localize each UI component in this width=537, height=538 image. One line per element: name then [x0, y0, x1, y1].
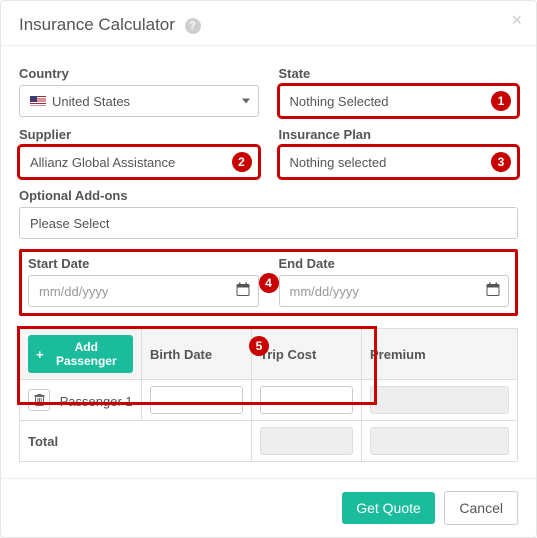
plus-icon: +	[36, 347, 44, 362]
modal-footer: Get Quote Cancel	[1, 478, 536, 537]
delete-passenger-button[interactable]	[28, 389, 50, 411]
supplier-label: Supplier	[19, 127, 259, 142]
trip-cost-input[interactable]	[260, 386, 353, 414]
add-passenger-button[interactable]: + Add Passenger	[28, 335, 133, 373]
state-select[interactable]: Nothing Selected 1	[279, 85, 519, 117]
help-icon[interactable]: ?	[185, 18, 201, 34]
country-label: Country	[19, 66, 259, 81]
start-date-input[interactable]: mm/dd/yyyy	[28, 275, 259, 307]
date-range-group: Start Date mm/dd/yyyy End Date mm/dd/yyy…	[19, 249, 518, 316]
start-date-placeholder: mm/dd/yyyy	[39, 284, 108, 299]
marker-1: 1	[491, 91, 511, 111]
passenger-table-wrap: 5 + Add Passenger Birth Date Trip Cost P…	[19, 328, 518, 462]
marker-3: 3	[491, 152, 511, 172]
calendar-icon	[236, 283, 250, 300]
insurance-calculator-modal: Insurance Calculator ? × Country United …	[0, 0, 537, 538]
marker-4: 4	[259, 273, 279, 293]
total-row: Total	[20, 421, 518, 462]
end-date-input[interactable]: mm/dd/yyyy	[279, 275, 510, 307]
calendar-icon	[486, 283, 500, 300]
country-select[interactable]: United States	[19, 85, 259, 117]
add-passenger-label: Add Passenger	[48, 340, 125, 368]
col-trip-cost: Trip Cost	[252, 329, 362, 380]
modal-header: Insurance Calculator ? ×	[1, 1, 536, 46]
addons-value: Please Select	[30, 216, 110, 231]
end-date-placeholder: mm/dd/yyyy	[290, 284, 359, 299]
flag-us-icon	[30, 96, 46, 107]
chevron-down-icon	[242, 99, 250, 104]
get-quote-button[interactable]: Get Quote	[342, 492, 435, 524]
end-date-label: End Date	[279, 256, 510, 271]
col-birth-date: Birth Date	[142, 329, 252, 380]
total-label: Total	[20, 421, 252, 462]
state-value: Nothing Selected	[290, 94, 389, 109]
col-premium: Premium	[362, 329, 518, 380]
table-row: Passenger 1	[20, 380, 518, 421]
modal-title: Insurance Calculator	[19, 15, 175, 34]
start-date-label: Start Date	[28, 256, 259, 271]
total-cost-output	[260, 427, 353, 455]
total-premium-output	[370, 427, 509, 455]
premium-output	[370, 386, 509, 414]
state-label: State	[279, 66, 519, 81]
addons-select[interactable]: Please Select	[19, 207, 518, 239]
passenger-row-label: Passenger 1	[60, 394, 133, 409]
marker-5: 5	[249, 336, 269, 356]
plan-select[interactable]: Nothing selected 3	[279, 146, 519, 178]
country-value: United States	[52, 94, 130, 109]
addons-label: Optional Add-ons	[19, 188, 518, 203]
marker-2: 2	[232, 152, 252, 172]
modal-body: Country United States State Nothing Sele…	[1, 46, 536, 478]
plan-label: Insurance Plan	[279, 127, 519, 142]
supplier-value: Allianz Global Assistance	[30, 155, 175, 170]
supplier-select[interactable]: Allianz Global Assistance 2	[19, 146, 259, 178]
cancel-button[interactable]: Cancel	[444, 491, 518, 525]
plan-value: Nothing selected	[290, 155, 387, 170]
birth-date-input[interactable]	[150, 386, 243, 414]
close-icon[interactable]: ×	[511, 11, 522, 29]
